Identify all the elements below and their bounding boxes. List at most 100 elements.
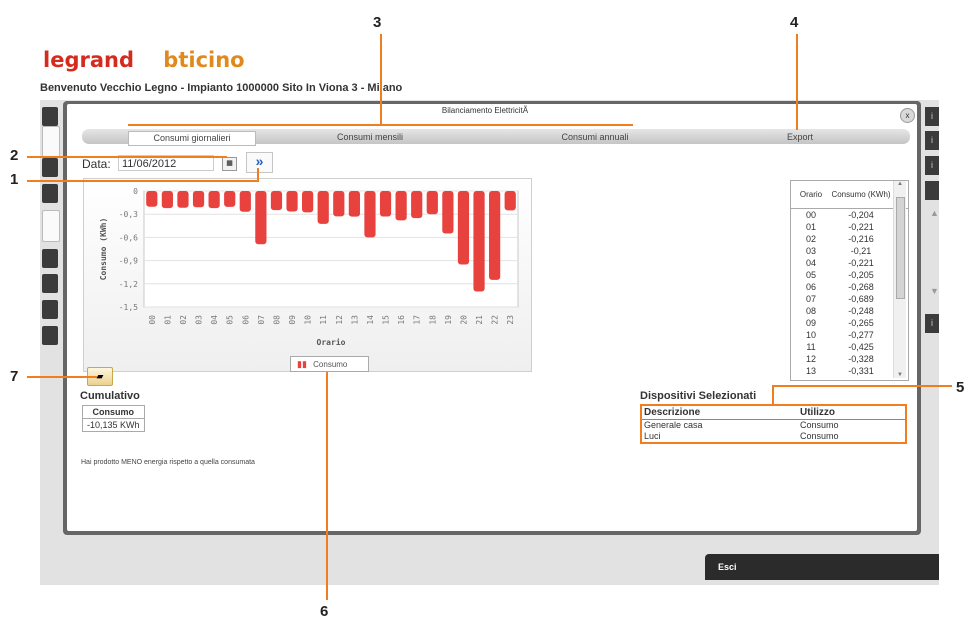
table-row[interactable]: 10 -0,277 — [791, 329, 908, 341]
hour-cell: 03 — [805, 246, 816, 256]
table-row[interactable]: 00 -0,204 — [791, 209, 908, 221]
callout-label: 1 — [10, 171, 19, 188]
x-tick-label: 11 — [319, 315, 328, 325]
chart-bar[interactable] — [348, 191, 360, 217]
right-side-tab[interactable]: i — [925, 156, 939, 175]
left-side-tab[interactable] — [42, 107, 58, 126]
scroll-down-icon[interactable]: ▼ — [894, 372, 906, 378]
left-side-tab[interactable] — [42, 274, 58, 293]
chart-bar[interactable] — [255, 191, 267, 245]
chart-bar[interactable] — [208, 191, 220, 209]
scrollbar-thumb[interactable] — [896, 197, 905, 299]
y-tick-label: 0 — [133, 187, 138, 196]
table-scrollbar[interactable]: ▲ ▼ — [893, 181, 906, 378]
table-row[interactable]: 07 -0,689 — [791, 293, 908, 305]
right-side-tab[interactable]: i — [925, 107, 939, 126]
devices-title: Dispositivi Selezionati — [640, 390, 757, 402]
left-side-tab[interactable] — [42, 300, 58, 319]
chart-bar[interactable] — [224, 191, 236, 207]
table-row[interactable]: Luci Consumo — [642, 431, 905, 442]
tab-monthly[interactable]: Consumi mensili — [320, 131, 420, 144]
tab-export[interactable]: Export — [760, 131, 840, 144]
chart-bar[interactable] — [177, 191, 189, 208]
chart-bar[interactable] — [489, 191, 501, 280]
chart-bar[interactable] — [426, 191, 438, 215]
double-chevron-right-icon[interactable]: » — [246, 152, 273, 173]
right-side-tab[interactable]: i — [925, 131, 939, 150]
chart-panel: 0 -0,3 -0,6 -0,9 -1,2 -1,5 00 01 02 03 04 05 06 07 08 0… — [83, 178, 532, 372]
x-tick-label: 01 — [163, 315, 172, 325]
table-row[interactable]: 01 -0,221 — [791, 221, 908, 233]
table-row[interactable]: Generale casa Consumo — [642, 420, 905, 431]
right-side-tab[interactable]: i — [925, 314, 939, 333]
chart-bar[interactable] — [411, 191, 423, 219]
tab-daily[interactable]: Consumi giornalieri — [128, 131, 256, 146]
callout-line — [326, 372, 328, 600]
chart-bar[interactable] — [504, 191, 516, 211]
chart-bar[interactable] — [379, 191, 392, 217]
chart-bar[interactable] — [146, 191, 158, 207]
cumulative-header: Consumo — [83, 406, 144, 419]
close-button[interactable]: x — [900, 108, 915, 123]
hour-cell: 05 — [805, 270, 816, 280]
chart-bar[interactable] — [161, 191, 173, 209]
hour-cell: 01 — [805, 222, 816, 232]
chart-bar[interactable] — [239, 191, 251, 212]
callout-label: 4 — [790, 14, 799, 31]
table-row[interactable]: 09 -0,265 — [791, 317, 908, 329]
chart-bar[interactable] — [317, 191, 329, 224]
callout-label: 3 — [373, 14, 382, 31]
calendar-icon[interactable]: ▦ — [222, 157, 237, 171]
energy-note: Hai prodotto MENO energia rispetto a que… — [81, 459, 255, 466]
consumption-cell: -0,331 — [848, 366, 874, 376]
consumption-cell: -0,689 — [848, 294, 874, 304]
chart-bar[interactable] — [473, 191, 485, 292]
legrand-logo: legrand — [43, 48, 134, 72]
left-side-tab[interactable] — [42, 126, 60, 158]
left-side-tab[interactable] — [42, 210, 60, 242]
legend-label: Consumo — [313, 360, 348, 369]
table-row[interactable]: 08 -0,248 — [791, 305, 908, 317]
right-side-tab[interactable] — [925, 181, 939, 200]
scroll-up-icon[interactable]: ▲ — [894, 181, 906, 187]
x-tick-label: 09 — [288, 315, 297, 325]
table-row[interactable]: 13 -0,331 — [791, 365, 908, 377]
devices-table: Descrizione Utilizzo Generale casa Consu… — [640, 404, 907, 444]
table-row[interactable]: 06 -0,268 — [791, 281, 908, 293]
table-row[interactable]: 05 -0,205 — [791, 269, 908, 281]
left-side-tab[interactable] — [42, 184, 58, 203]
x-tick-label: 19 — [444, 315, 453, 325]
callout-label: 7 — [10, 368, 19, 385]
scroll-up-icon[interactable]: ▲ — [930, 208, 939, 218]
table-row[interactable]: 11 -0,425 — [791, 341, 908, 353]
table-row[interactable]: 03 -0,21 — [791, 245, 908, 257]
chart-bar[interactable] — [333, 191, 345, 217]
chart-bar[interactable] — [395, 191, 407, 221]
table-row[interactable]: 02 -0,216 — [791, 233, 908, 245]
x-tick-label: 23 — [506, 315, 515, 325]
scroll-down-icon[interactable]: ▼ — [930, 286, 939, 296]
chart-bar[interactable] — [442, 191, 454, 234]
consumption-cell: -0,248 — [848, 306, 874, 316]
exit-button[interactable]: Esci — [705, 554, 939, 580]
chart-bar[interactable] — [270, 191, 283, 211]
chart-bar[interactable] — [457, 191, 470, 265]
tab-yearly[interactable]: Consumi annuali — [545, 131, 645, 144]
chart-bar[interactable] — [302, 191, 314, 213]
x-tick-label: 22 — [491, 315, 500, 325]
x-tick-label: 18 — [428, 315, 437, 325]
chart-bar[interactable] — [192, 191, 205, 208]
table-row[interactable]: 04 -0,221 — [791, 257, 908, 269]
chart-bar[interactable] — [364, 191, 376, 238]
hour-cell: 12 — [805, 354, 816, 364]
left-side-tab[interactable] — [42, 158, 58, 177]
table-row[interactable]: 12 -0,328 — [791, 353, 908, 365]
consumption-cell: -0,204 — [848, 210, 874, 220]
left-side-tab[interactable] — [42, 249, 58, 268]
left-side-tab[interactable] — [42, 326, 58, 345]
table-header: Orario Consumo (KWh) — [791, 181, 908, 209]
chart-legend[interactable]: ▮▮ Consumo — [290, 356, 369, 372]
column-header: Consumo (KWh) — [831, 190, 891, 199]
x-tick-label: 02 — [179, 315, 188, 325]
chart-bar[interactable] — [286, 191, 298, 212]
